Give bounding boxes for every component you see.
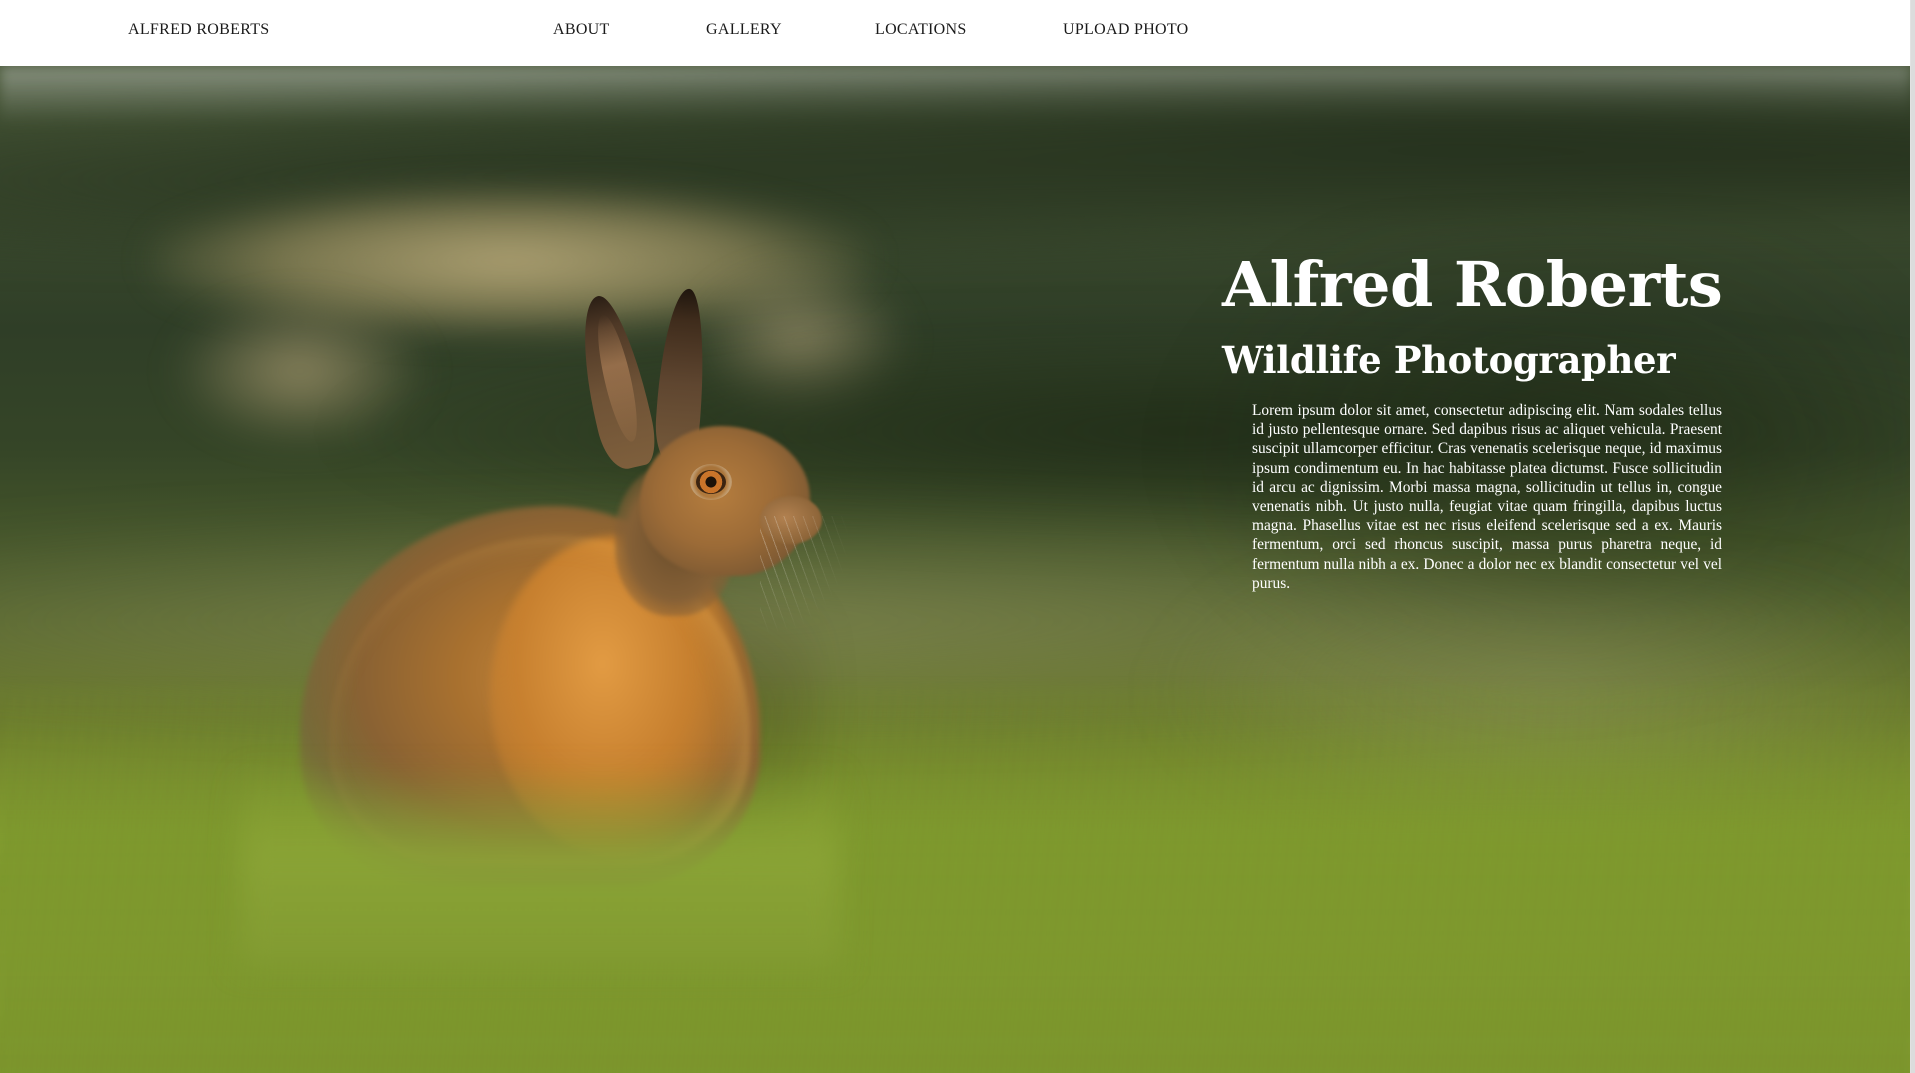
top-navigation-bar: ALFRED ROBERTS ABOUT GALLERY LOCATIONS U…: [0, 0, 1911, 66]
nav-link-locations[interactable]: LOCATIONS: [875, 21, 967, 39]
nav-link-about[interactable]: ABOUT: [553, 21, 610, 39]
background-treeline: [0, 66, 1911, 256]
nav-link-upload-photo[interactable]: UPLOAD PHOTO: [1063, 21, 1189, 39]
page-scrollbar[interactable]: [1910, 0, 1915, 1073]
hero-subtitle: Wildlife Photographer: [1222, 338, 1676, 382]
foreground-grass: [0, 716, 1911, 1073]
hare-shadow: [300, 536, 820, 896]
background-sky-haze: [0, 66, 1911, 126]
hero-title: Alfred Roberts: [1222, 248, 1723, 321]
nav-link-gallery[interactable]: GALLERY: [706, 21, 782, 39]
brand-link[interactable]: ALFRED ROBERTS: [128, 21, 269, 39]
hare-rim-light: [330, 536, 750, 866]
hare-ear-left: [568, 290, 662, 474]
hare-head: [640, 426, 810, 576]
background-light: [1150, 586, 1911, 846]
background-field: [170, 296, 430, 446]
hare-ear-inner: [590, 311, 645, 445]
hare-eye: [696, 470, 726, 494]
background-field: [150, 186, 870, 336]
hare-ear-right: [653, 287, 710, 465]
hare-whiskers: [760, 516, 850, 636]
hero-bio-paragraph: Lorem ipsum dolor sit amet, consectetur …: [1252, 402, 1722, 592]
foreground-grass-blades: [0, 686, 1911, 1073]
foreground-grass: [240, 766, 840, 966]
hare-neck: [615, 466, 735, 616]
hare-eye-ring: [690, 464, 732, 500]
hare-body: [300, 506, 760, 886]
background-field: [690, 266, 910, 416]
scrollbar-thumb[interactable]: [1911, 0, 1915, 1073]
hare-chest: [490, 536, 740, 856]
hare-snout: [760, 496, 822, 544]
